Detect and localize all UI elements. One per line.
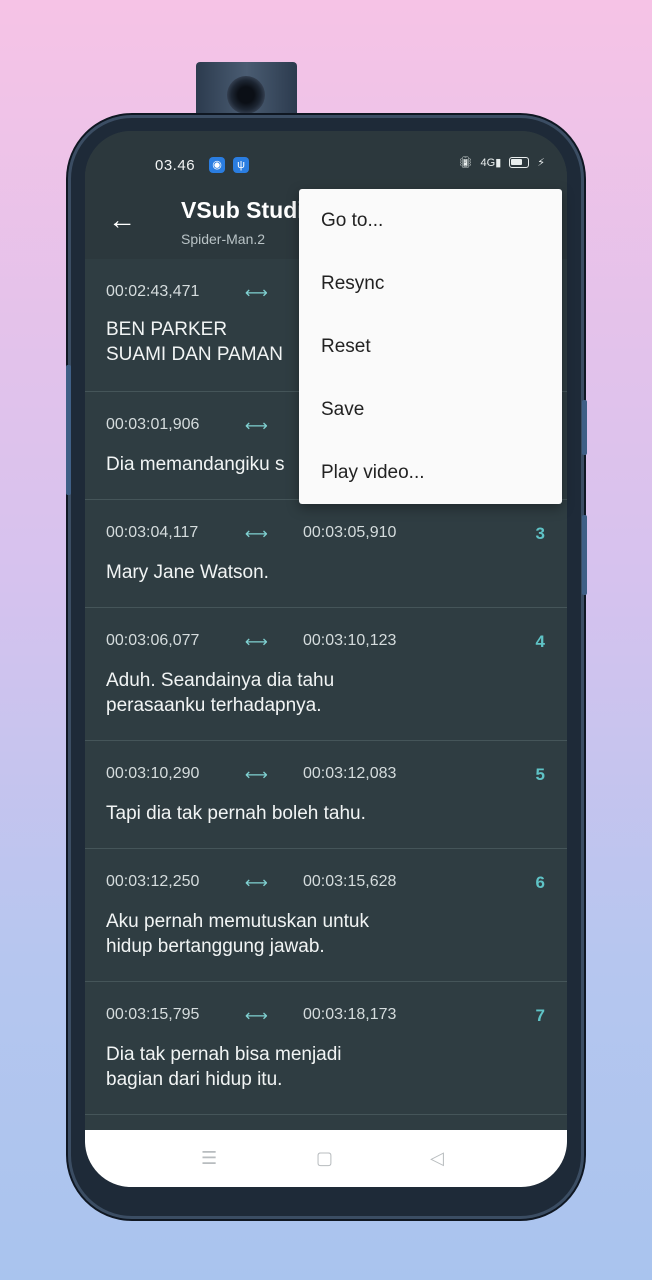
subtitle-row[interactable]: 00:03:06,077 ⟷ 00:03:10,123 4 Aduh. Sean… xyxy=(85,608,567,741)
start-time: 00:03:01,906 xyxy=(106,416,200,433)
status-time: 03.46 xyxy=(155,157,196,174)
back-arrow-icon[interactable]: ← xyxy=(105,205,139,239)
subtitle-row[interactable]: 00:03:04,117 ⟷ 00:03:05,910 3 Mary Jane … xyxy=(85,500,567,608)
subtitle-text: Dia tak pernah bisa menjadi bagian dari … xyxy=(106,1044,342,1090)
subtitle-text: Aku pernah memutuskan untuk hidup bertan… xyxy=(106,911,369,957)
duration-arrow-icon: ⟷ xyxy=(245,418,268,435)
start-time: 00:03:10,290 xyxy=(106,765,200,782)
back-triangle-icon[interactable]: ◁ xyxy=(430,1148,444,1169)
menu-item-go-to[interactable]: Go to... xyxy=(299,189,562,252)
subtitle-text: Aduh. Seandainya dia tahu perasaanku ter… xyxy=(106,670,335,716)
start-time: 00:03:04,117 xyxy=(106,524,199,541)
subtitle-row[interactable]: 00:03:10,290 ⟷ 00:03:12,083 5 Tapi dia t… xyxy=(85,741,567,849)
status-icons: 📳︎ 4G▮ ⚡︎ xyxy=(459,156,545,169)
subtitle-row[interactable]: 00:03:12,250 ⟷ 00:03:15,628 6 Aku pernah… xyxy=(85,849,567,982)
app-subtitle: Spider-Man.2 xyxy=(181,231,266,247)
network-label: 4G xyxy=(480,157,496,169)
end-time: 00:03:10,123 xyxy=(303,632,397,649)
vibrate-icon: 📳︎ xyxy=(458,157,473,169)
side-button xyxy=(582,515,587,595)
duration-arrow-icon: ⟷ xyxy=(245,526,268,543)
start-time: 00:02:43,471 xyxy=(106,283,200,300)
end-time: 00:03:18,173 xyxy=(303,1006,397,1023)
android-icon: ◉ xyxy=(209,157,225,173)
subtitle-index: 6 xyxy=(535,873,545,892)
duration-arrow-icon: ⟷ xyxy=(245,285,268,302)
duration-arrow-icon: ⟷ xyxy=(245,875,268,892)
home-icon[interactable]: ▢ xyxy=(316,1148,333,1169)
duration-arrow-icon: ⟷ xyxy=(245,767,268,784)
subtitle-text: Mary Jane Watson. xyxy=(106,562,269,583)
duration-arrow-icon: ⟷ xyxy=(245,634,268,651)
system-nav-bar: ☰ ▢ ◁ xyxy=(85,1130,567,1187)
subtitle-index: 7 xyxy=(535,1006,545,1025)
menu-item-resync[interactable]: Resync xyxy=(299,252,562,315)
signal-4g-icon: 4G▮ xyxy=(480,157,502,169)
end-time: 00:03:15,628 xyxy=(303,873,397,890)
menu-item-play-video[interactable]: Play video... xyxy=(299,441,562,504)
subtitle-index: 4 xyxy=(535,632,545,651)
status-bar: 03.46 ◉ ψ 📳︎ 4G▮ ⚡︎ xyxy=(85,131,567,193)
menu-item-save[interactable]: Save xyxy=(299,378,562,441)
start-time: 00:03:12,250 xyxy=(106,873,200,890)
battery-icon xyxy=(509,157,530,168)
usb-icon: ψ xyxy=(233,157,249,173)
menu-item-reset[interactable]: Reset xyxy=(299,315,562,378)
subtitle-text: Tapi dia tak pernah boleh tahu. xyxy=(106,803,366,824)
charging-icon: ⚡︎ xyxy=(537,157,545,169)
subtitle-row[interactable]: 00:03:15,795 ⟷ 00:03:18,173 7 Dia tak pe… xyxy=(85,982,567,1115)
start-time: 00:03:06,077 xyxy=(106,632,200,649)
overflow-menu: Go to... Resync Reset Save Play video... xyxy=(299,189,562,504)
app-title: VSub Studio xyxy=(181,197,318,223)
start-time: 00:03:15,795 xyxy=(106,1006,200,1023)
end-time: 00:03:05,910 xyxy=(303,524,397,541)
menu-icon[interactable]: ☰ xyxy=(201,1148,217,1169)
subtitle-index: 5 xyxy=(535,765,545,784)
camera-lens xyxy=(227,76,265,114)
power-button xyxy=(582,400,587,455)
end-time: 00:03:12,083 xyxy=(303,765,397,782)
volume-button xyxy=(66,365,71,495)
subtitle-index: 3 xyxy=(535,524,545,543)
duration-arrow-icon: ⟷ xyxy=(245,1008,268,1025)
